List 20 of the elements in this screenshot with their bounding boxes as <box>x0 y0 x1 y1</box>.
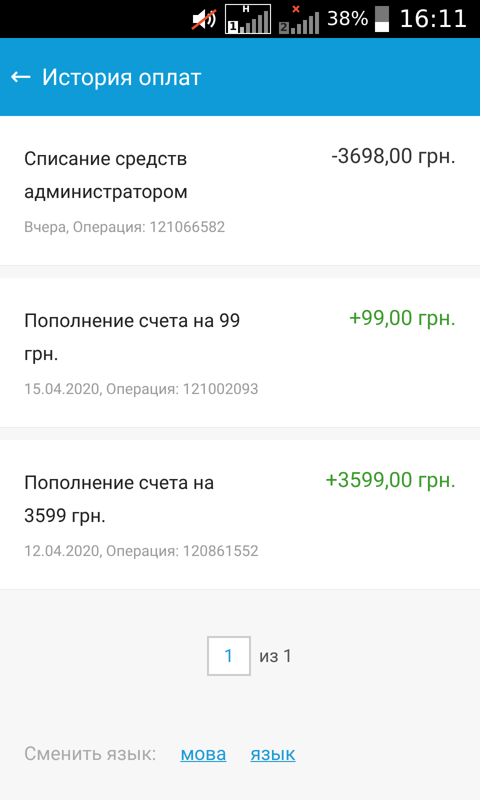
transaction-title: Пополнение счета на 3599 грн. <box>24 470 216 529</box>
transaction-amount: +3599,00 грн. <box>326 468 456 495</box>
transaction-details: Вчера, Операция: 121066582 <box>24 218 226 236</box>
transaction-amount: +99,00 грн. <box>349 306 456 333</box>
back-button[interactable]: ← <box>10 62 32 92</box>
language-label: Сменить язык: <box>24 742 156 765</box>
page-title: История оплат <box>42 64 202 90</box>
transaction-title: Списание средств администратором <box>24 146 189 205</box>
page-button[interactable]: 1 <box>206 636 251 676</box>
language-link[interactable]: язык <box>250 742 296 765</box>
transaction-details: 12.04.2020, Операция: 120861552 <box>24 542 260 560</box>
battery-percent: 38% <box>326 8 369 30</box>
clock: 16:11 <box>398 5 468 33</box>
page-total: из 1 <box>258 646 294 666</box>
transaction-title: Пополнение счета на 99 грн. <box>24 308 242 367</box>
mute-icon <box>191 8 220 30</box>
language-link[interactable]: мова <box>180 742 226 765</box>
sim-signal-icon: 1 H <box>225 4 271 34</box>
transaction-details: 15.04.2020, Операция: 121002093 <box>24 380 260 398</box>
transaction-amount: -3698,00 грн. <box>332 144 456 171</box>
